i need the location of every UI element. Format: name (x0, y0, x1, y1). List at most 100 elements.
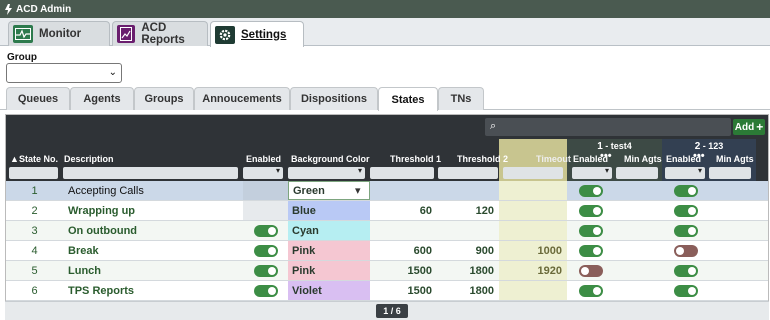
cell-t1[interactable]: 600 (370, 241, 437, 260)
filter-threshold1[interactable] (370, 167, 434, 179)
cell-t2[interactable] (437, 221, 499, 240)
cell-timeout[interactable] (499, 281, 567, 300)
cell-no[interactable]: 2 (6, 201, 63, 220)
cell-g1-min[interactable] (614, 181, 662, 200)
cell-enabled[interactable] (243, 221, 288, 240)
cell-g1-min[interactable] (614, 281, 662, 300)
cell-color[interactable]: Pink (288, 241, 370, 260)
subtab-groups[interactable]: Groups (134, 87, 194, 110)
subtab-annoucements[interactable]: Annoucements (194, 87, 290, 110)
filter-g2-enabled[interactable] (665, 166, 705, 179)
table-row[interactable]: 3 On outbound Cyan (6, 221, 768, 241)
col-g2-min-agts[interactable]: Min Agts (716, 154, 754, 164)
cell-enabled[interactable] (243, 201, 288, 220)
toggle-switch[interactable] (673, 204, 698, 217)
cell-desc[interactable]: Lunch (63, 261, 243, 280)
filter-threshold2[interactable] (438, 167, 498, 179)
toggle-switch[interactable] (578, 224, 603, 237)
toggle-switch[interactable] (673, 184, 698, 197)
cell-g2-enabled[interactable] (662, 201, 709, 220)
cell-t1[interactable] (370, 221, 437, 240)
cell-desc[interactable]: On outbound (63, 221, 243, 240)
tab-settings[interactable]: Settings (210, 21, 304, 47)
toggle-switch[interactable] (673, 244, 698, 257)
cell-no[interactable]: 4 (6, 241, 63, 260)
sort-asc-icon[interactable]: ▲ (10, 154, 19, 164)
cell-g2-enabled[interactable] (662, 281, 709, 300)
cell-enabled[interactable] (243, 241, 288, 260)
table-row[interactable]: 2 Wrapping up Blue 60 120 (6, 201, 768, 221)
col-background-color[interactable]: Background Color (291, 154, 370, 164)
filter-timeout[interactable] (503, 167, 563, 179)
add-button[interactable]: Add + (733, 119, 765, 135)
filter-enabled[interactable] (243, 166, 283, 179)
cell-color[interactable]: Blue (288, 201, 370, 220)
group-select[interactable]: ⌄ (6, 63, 122, 83)
table-row[interactable]: 5 Lunch Pink 1500 1800 1920 (6, 261, 768, 281)
g2-more-icon[interactable]: ••• (693, 150, 705, 162)
cell-g1-enabled[interactable] (567, 201, 614, 220)
toggle-switch[interactable] (578, 204, 603, 217)
cell-g1-enabled[interactable] (567, 261, 614, 280)
cell-g2-min[interactable] (709, 201, 756, 220)
cell-desc[interactable]: Break (63, 241, 243, 260)
toggle-switch[interactable] (673, 264, 698, 277)
cell-g1-enabled[interactable] (567, 241, 614, 260)
filter-g1-min-agts[interactable] (616, 167, 658, 179)
cell-g2-min[interactable] (709, 281, 756, 300)
subtab-states[interactable]: States (378, 87, 438, 111)
toggle-switch[interactable] (253, 244, 278, 257)
cell-g1-min[interactable] (614, 261, 662, 280)
subtab-queues[interactable]: Queues (6, 87, 70, 110)
cell-color[interactable]: Violet (288, 281, 370, 300)
cell-t1[interactable]: 1500 (370, 261, 437, 280)
toggle-switch[interactable] (578, 244, 603, 257)
toggle-switch[interactable] (253, 284, 278, 297)
cell-color[interactable]: Cyan (288, 221, 370, 240)
filter-background-color[interactable] (288, 166, 365, 179)
cell-no[interactable]: 6 (6, 281, 63, 300)
col-g1-min-agts[interactable]: Min Agts (624, 154, 662, 164)
table-row[interactable]: 4 Break Pink 600 900 1000 (6, 241, 768, 261)
cell-t2[interactable]: 1800 (437, 281, 499, 300)
cell-enabled[interactable] (243, 181, 288, 200)
cell-timeout[interactable]: 1920 (499, 261, 567, 280)
subtab-agents[interactable]: Agents (70, 87, 134, 110)
cell-g1-enabled[interactable] (567, 181, 614, 200)
cell-g1-min[interactable] (614, 201, 662, 220)
cell-g1-min[interactable] (614, 241, 662, 260)
col-state-no[interactable]: State No. (19, 154, 58, 164)
cell-no[interactable]: 3 (6, 221, 63, 240)
cell-g2-min[interactable] (709, 241, 756, 260)
col-description[interactable]: Description (64, 154, 114, 164)
color-dropdown-chevron-icon[interactable]: ▾ (355, 184, 361, 197)
cell-color[interactable]: Pink (288, 261, 370, 280)
tab-monitor[interactable]: Monitor (8, 21, 110, 46)
cell-t2[interactable]: 1800 (437, 261, 499, 280)
cell-enabled[interactable] (243, 281, 288, 300)
filter-state-no[interactable] (9, 167, 58, 179)
tab-acd-reports[interactable]: ACD Reports (112, 21, 208, 46)
cell-desc[interactable]: Accepting Calls (63, 181, 243, 200)
cell-g2-enabled[interactable] (662, 261, 709, 280)
toggle-switch[interactable] (578, 264, 603, 277)
col-threshold2[interactable]: Threshold 2 (457, 154, 508, 164)
cell-g2-min[interactable] (709, 221, 756, 240)
filter-description[interactable] (63, 167, 238, 179)
search-input[interactable]: ⌕ (485, 118, 731, 136)
cell-g1-enabled[interactable] (567, 221, 614, 240)
table-row[interactable]: 6 TPS Reports Violet 1500 1800 (6, 281, 768, 301)
toggle-switch[interactable] (253, 224, 278, 237)
cell-timeout[interactable] (499, 221, 567, 240)
toggle-switch[interactable] (253, 264, 278, 277)
toggle-switch[interactable] (578, 284, 603, 297)
cell-t2[interactable] (437, 181, 499, 200)
cell-timeout[interactable]: 1000 (499, 241, 567, 260)
page-indicator[interactable]: 1 / 6 (376, 304, 408, 318)
cell-enabled[interactable] (243, 261, 288, 280)
cell-g2-min[interactable] (709, 261, 756, 280)
col-timeout[interactable]: Timeout (536, 154, 571, 164)
filter-g2-min-agts[interactable] (709, 167, 751, 179)
cell-t1[interactable] (370, 181, 437, 200)
col-threshold1[interactable]: Threshold 1 (390, 154, 441, 164)
